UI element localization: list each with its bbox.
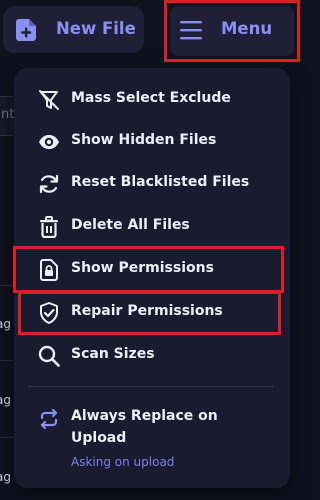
background-row-text: ag [0,393,11,407]
new-file-label: New File [56,19,136,38]
menu-item-reset-blacklisted-files[interactable]: Reset Blacklisted Files [14,164,290,204]
upload-mode-status: Asking on upload [71,455,175,469]
shield-check-icon [40,302,58,324]
new-file-button[interactable]: New File [3,6,144,53]
menu-dropdown: Mass Select Exclude Show Hidden Files Re… [14,68,290,488]
menu-button[interactable]: Menu [170,6,294,56]
background-search-text: nt [1,107,15,122]
hamburger-icon [180,21,202,40]
new-file-icon [16,19,36,41]
menu-item-label: Repair Permissions [71,303,223,319]
menu-item-label: Scan Sizes [71,346,155,362]
background-row-text: ag [0,470,11,484]
search-icon [38,345,60,367]
menu-item-always-replace-on-upload[interactable]: Always Replace on Upload Asking on uploa… [14,398,290,478]
menu-item-delete-all-files[interactable]: Delete All Files [14,207,290,247]
repeat-icon [40,408,58,430]
menu-item-show-permissions[interactable]: Show Permissions [14,250,290,290]
menu-item-label: Reset Blacklisted Files [71,174,250,190]
menu-item-repair-permissions[interactable]: Repair Permissions [14,293,290,333]
menu-divider [28,386,274,387]
menu-item-label: Show Permissions [71,260,214,276]
trash-icon [40,216,58,238]
lock-file-icon [40,259,58,281]
eye-icon [39,135,59,149]
menu-item-label: Delete All Files [71,217,190,233]
menu-item-label: Mass Select Exclude [71,90,231,106]
refresh-icon [39,174,59,194]
menu-item-label: Show Hidden Files [71,132,217,148]
menu-item-mass-select-exclude[interactable]: Mass Select Exclude [14,80,290,120]
filter-off-icon [39,90,59,110]
menu-label: Menu [221,19,273,38]
background-row-text: ag [0,317,11,331]
menu-item-scan-sizes[interactable]: Scan Sizes [14,336,290,376]
menu-item-show-hidden-files[interactable]: Show Hidden Files [14,122,290,162]
menu-item-label: Always Replace on Upload [71,408,218,446]
